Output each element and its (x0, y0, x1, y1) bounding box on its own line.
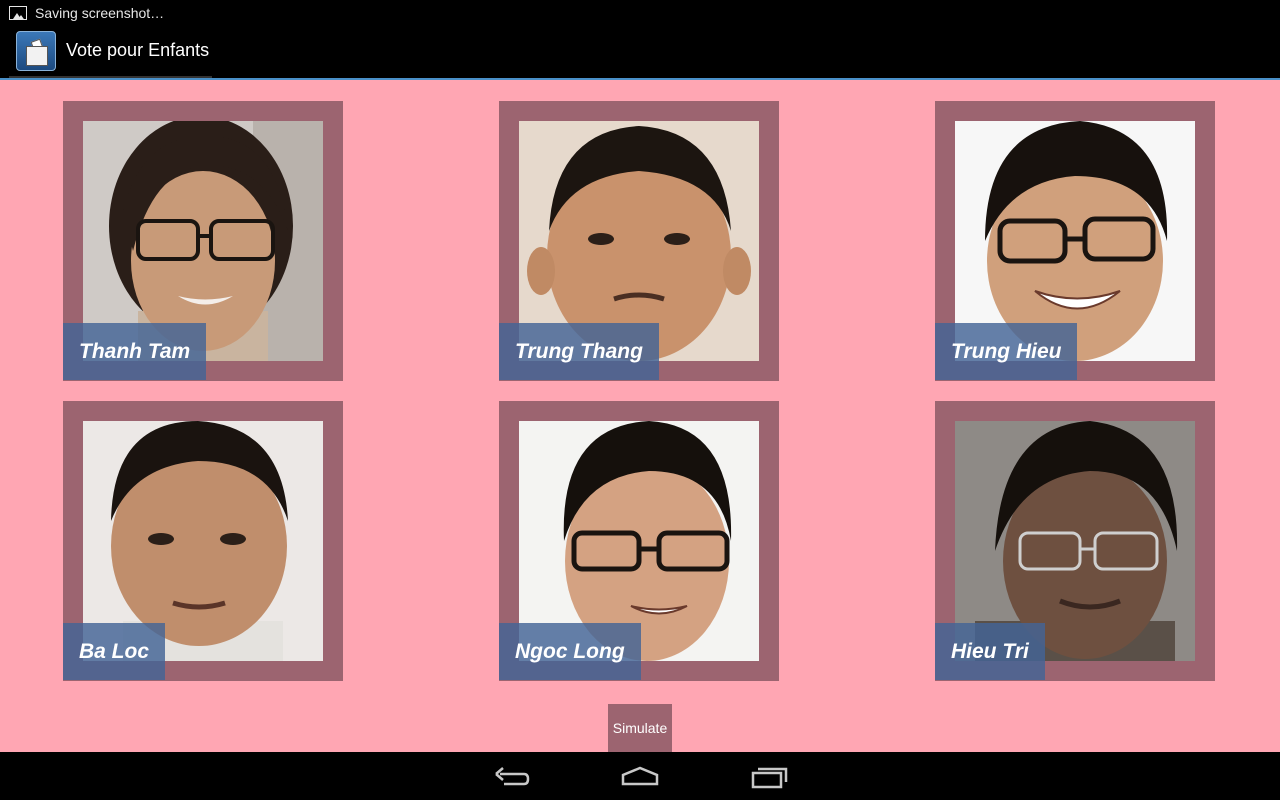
home-icon[interactable] (620, 762, 660, 792)
status-bar: Saving screenshot… (0, 0, 1280, 25)
candidate-grid: Thanh Tam Trung Thang Trung Hieu Ba Loc … (0, 80, 1280, 752)
back-icon[interactable] (492, 762, 532, 792)
action-bar: Vote pour Enfants (0, 25, 1280, 80)
candidate-name: Ngoc Long (499, 623, 641, 680)
candidate-card[interactable]: Ngoc Long (499, 401, 779, 681)
candidate-card[interactable]: Thanh Tam (63, 101, 343, 381)
app-title: Vote pour Enfants (66, 40, 210, 60)
simulate-button[interactable]: Simulate (608, 704, 672, 752)
status-text: Saving screenshot… (35, 4, 165, 21)
image-icon (9, 5, 27, 20)
candidate-name: Hieu Tri (935, 623, 1045, 680)
candidate-name: Ba Loc (63, 623, 166, 680)
candidate-card[interactable]: Trung Hieu (935, 101, 1215, 381)
candidate-card[interactable]: Trung Thang (499, 101, 779, 381)
candidate-card[interactable]: Ba Loc (63, 401, 343, 681)
candidate-name: Trung Hieu (935, 323, 1078, 380)
candidate-name: Trung Thang (499, 323, 659, 380)
ballot-box-icon (16, 30, 56, 71)
candidate-card[interactable]: Hieu Tri (935, 401, 1215, 681)
candidate-name: Thanh Tam (63, 323, 207, 380)
recent-apps-icon[interactable] (750, 762, 790, 792)
action-bar-home[interactable]: Vote pour Enfants (9, 25, 212, 78)
navigation-bar (0, 752, 1280, 800)
